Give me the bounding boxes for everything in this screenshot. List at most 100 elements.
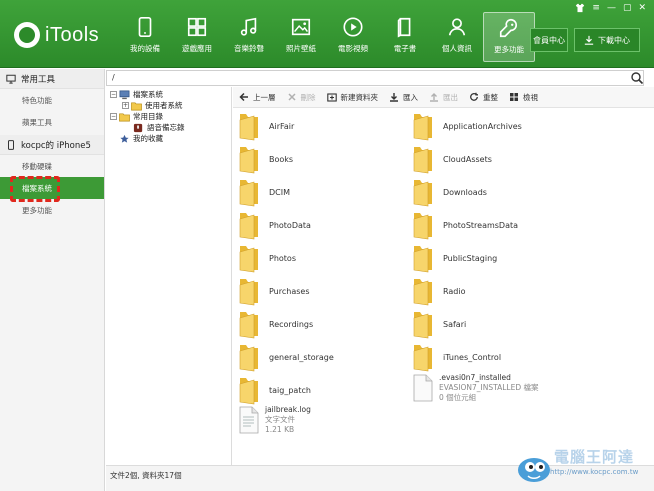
refresh-button[interactable]: 重整 (469, 92, 498, 103)
itools-logo-icon (14, 22, 40, 48)
file-item[interactable]: jailbreak.log 文字文件 1.21 KB (239, 405, 311, 435)
folder-item[interactable]: Purchases (237, 276, 310, 306)
monitor-icon (6, 74, 16, 84)
delete-button[interactable]: 刪除 (287, 92, 316, 103)
nav-more-features[interactable]: 更多功能 (483, 12, 535, 62)
folder-item[interactable]: CloudAssets (411, 144, 492, 174)
file-item[interactable]: .evasi0n7_installed EVASION7_INSTALLED 檔… (413, 373, 539, 403)
nav-label: 個人資訊 (442, 44, 472, 53)
sidebar-item-features[interactable]: 特色功能 (0, 89, 104, 111)
member-center-button[interactable]: 會員中心 (530, 28, 568, 52)
folder-item[interactable]: Radio (411, 276, 465, 306)
file-kind: EVASION7_INSTALLED 檔案 (439, 383, 539, 392)
book-icon (397, 17, 411, 38)
folder-item[interactable]: Recordings (237, 309, 313, 339)
folder-icon (239, 378, 258, 405)
nav-personal-info[interactable]: 個人資訊 (431, 12, 483, 62)
folder-icon (239, 147, 258, 174)
file-name: CloudAssets (443, 154, 492, 164)
close-button[interactable]: ✕ (638, 3, 646, 16)
phone-icon (8, 139, 14, 150)
file-name: Photos (269, 253, 296, 263)
folder-item[interactable]: taig_patch (237, 375, 311, 405)
folder-item[interactable]: Downloads (411, 177, 487, 207)
nav-label: 電子書 (393, 44, 417, 53)
minimize-button[interactable]: — (607, 3, 616, 16)
nav-photos[interactable]: 照片壁紙 (275, 12, 327, 62)
download-center-button[interactable]: 下載中心 (574, 28, 640, 52)
folder-icon (131, 101, 142, 110)
star-icon (120, 134, 129, 143)
nav-apps[interactable]: 遊戲應用 (171, 12, 223, 62)
file-name: .evasi0n7_installed (439, 373, 511, 382)
folder-icon (239, 312, 258, 339)
folder-item[interactable]: Books (237, 144, 293, 174)
folder-icon (239, 246, 258, 273)
file-toolbar: 上一層 刪除 新建資料夾 匯入 匯出 重整 檢視 (233, 87, 654, 108)
file-name: Radio (443, 286, 466, 296)
folder-item[interactable]: PublicStaging (411, 243, 497, 273)
sidebar-section-common-tools[interactable]: 常用工具 (0, 69, 104, 89)
folder-item[interactable]: Safari (411, 309, 466, 339)
maximize-button[interactable]: ▢ (623, 3, 632, 16)
nav-my-device[interactable]: 我的設備 (119, 12, 171, 62)
shirt-icon[interactable] (575, 3, 585, 16)
nav-music[interactable]: 音樂鈴聲 (223, 12, 275, 62)
file-name: general_storage (269, 352, 334, 362)
file-name: Purchases (269, 286, 310, 296)
view-button[interactable]: 檢視 (509, 92, 538, 103)
top-bar: iTools 我的設備 遊戲應用 音樂鈴聲 照片壁紙 電影視頻 電子書 個人資訊… (0, 0, 654, 68)
search-icon[interactable] (630, 71, 644, 85)
folder-item[interactable]: DCIM (237, 177, 290, 207)
tree-node-voice-memo[interactable]: 語音備忘錄 (133, 122, 185, 133)
tree-node-user-system[interactable]: + 使用者系統 (122, 100, 183, 111)
wrench-icon (499, 18, 517, 38)
nav-video[interactable]: 電影視頻 (327, 12, 379, 62)
blank-file-icon (413, 374, 433, 402)
file-meta: .evasi0n7_installed EVASION7_INSTALLED 檔… (439, 373, 539, 403)
collapse-toggle[interactable]: − (110, 113, 117, 120)
import-icon (390, 93, 398, 102)
expand-toggle[interactable]: + (122, 102, 129, 109)
file-name: Recordings (269, 319, 314, 329)
file-name: AirFair (269, 121, 295, 131)
export-button[interactable]: 匯出 (429, 92, 458, 103)
watermark-brand: 電腦王阿達 (554, 448, 635, 466)
back-button[interactable]: 上一層 (239, 92, 276, 103)
arrow-left-icon (239, 92, 248, 102)
tree-node-common-dir[interactable]: − 常用目錄 (110, 111, 163, 122)
folder-item[interactable]: Photos (237, 243, 296, 273)
folder-tree: − 檔案系統 + 使用者系統 − 常用目錄 語音備忘錄 我的收藏 (106, 87, 232, 465)
sidebar-item-apple-tools[interactable]: 蘋果工具 (0, 111, 104, 133)
file-name: jailbreak.log (265, 405, 311, 414)
nav-label: 電影視頻 (338, 44, 368, 53)
import-button[interactable]: 匯入 (389, 92, 418, 103)
sidebar-section-device[interactable]: kocpc的 iPhone5 (0, 135, 104, 155)
sidebar-item-mobile-disk[interactable]: 移動硬碟 (0, 155, 104, 177)
file-name: taig_patch (269, 385, 311, 395)
sidebar: 常用工具 特色功能 蘋果工具 kocpc的 iPhone5 移動硬碟 檔案系統 … (0, 69, 105, 491)
folder-item[interactable]: iTunes_Control (411, 342, 501, 372)
highlight-annotation (10, 176, 60, 202)
tree-node-favorites[interactable]: 我的收藏 (119, 133, 163, 144)
folder-item[interactable]: general_storage (237, 342, 334, 372)
folder-icon (239, 114, 258, 141)
folder-item[interactable]: AirFair (237, 111, 294, 141)
menu-icon[interactable]: ≡ (592, 3, 600, 16)
person-icon (448, 18, 466, 36)
folder-item[interactable]: PhotoData (237, 210, 311, 240)
file-name: Safari (443, 319, 467, 329)
tree-node-file-system[interactable]: − 檔案系統 (110, 89, 163, 100)
voice-memo-icon (133, 123, 143, 132)
folder-item[interactable]: PhotoStreamsData (411, 210, 518, 240)
new-folder-button[interactable]: 新建資料夾 (326, 92, 378, 103)
path-input[interactable]: / (106, 70, 644, 86)
collapse-toggle[interactable]: − (110, 91, 117, 98)
nav-ebook[interactable]: 電子書 (379, 12, 431, 62)
tree-label: 語音備忘錄 (147, 123, 185, 132)
tree-label: 常用目錄 (133, 112, 163, 121)
sidebar-item-more-features[interactable]: 更多功能 (0, 199, 104, 221)
delete-icon (287, 93, 296, 101)
folder-item[interactable]: ApplicationArchives (411, 111, 522, 141)
computer-icon (119, 90, 130, 99)
